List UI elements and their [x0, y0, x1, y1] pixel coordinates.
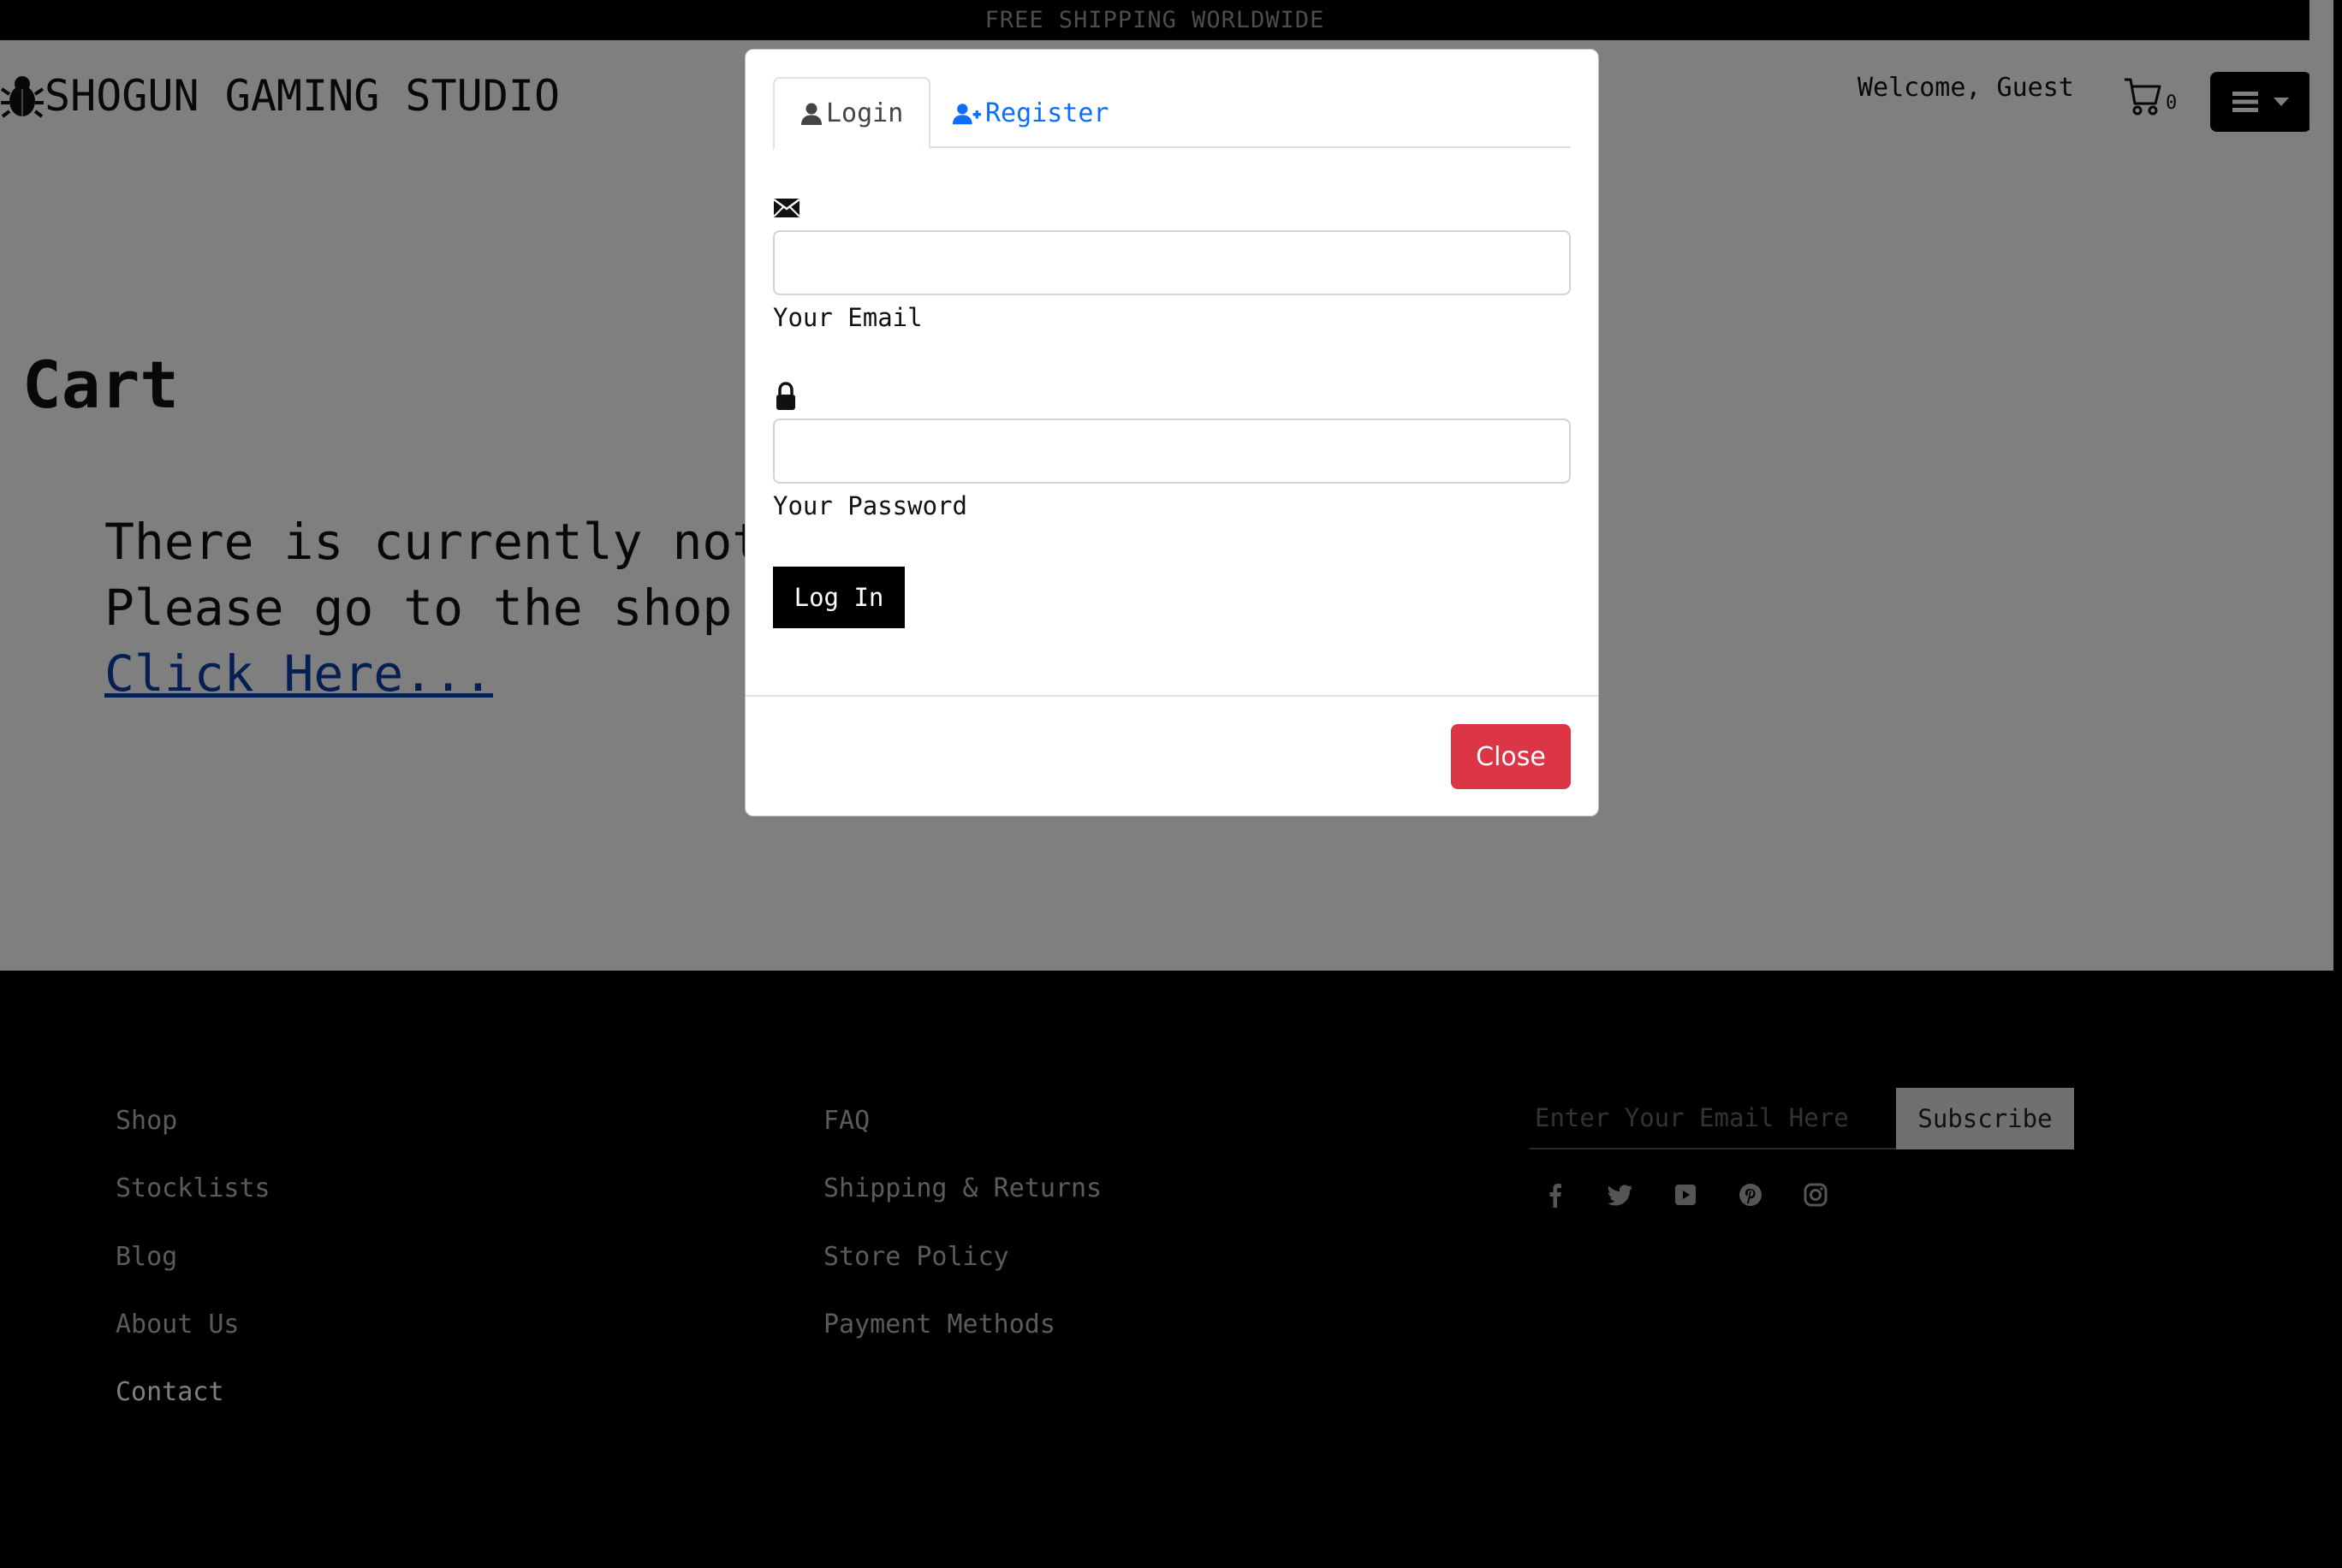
- auth-tabs: Login Register: [773, 77, 1571, 150]
- tab-login-label: Login: [826, 98, 904, 128]
- user-icon: [801, 103, 822, 125]
- login-button[interactable]: Log In: [773, 567, 905, 628]
- lock-icon: [776, 382, 795, 410]
- tab-register-label: Register: [985, 98, 1109, 128]
- password-field[interactable]: [773, 419, 1571, 484]
- tab-login[interactable]: Login: [773, 77, 931, 150]
- email-field[interactable]: [773, 230, 1571, 295]
- user-plus-icon: [953, 103, 982, 124]
- tab-register[interactable]: Register: [927, 77, 1135, 150]
- envelope-icon: [773, 198, 800, 217]
- close-button[interactable]: Close: [1451, 724, 1571, 789]
- login-modal: Login Register Your Email Your Password …: [745, 49, 1599, 817]
- email-label: Your Email: [773, 303, 923, 332]
- modal-footer-divider: [746, 695, 1598, 697]
- password-label: Your Password: [773, 491, 967, 520]
